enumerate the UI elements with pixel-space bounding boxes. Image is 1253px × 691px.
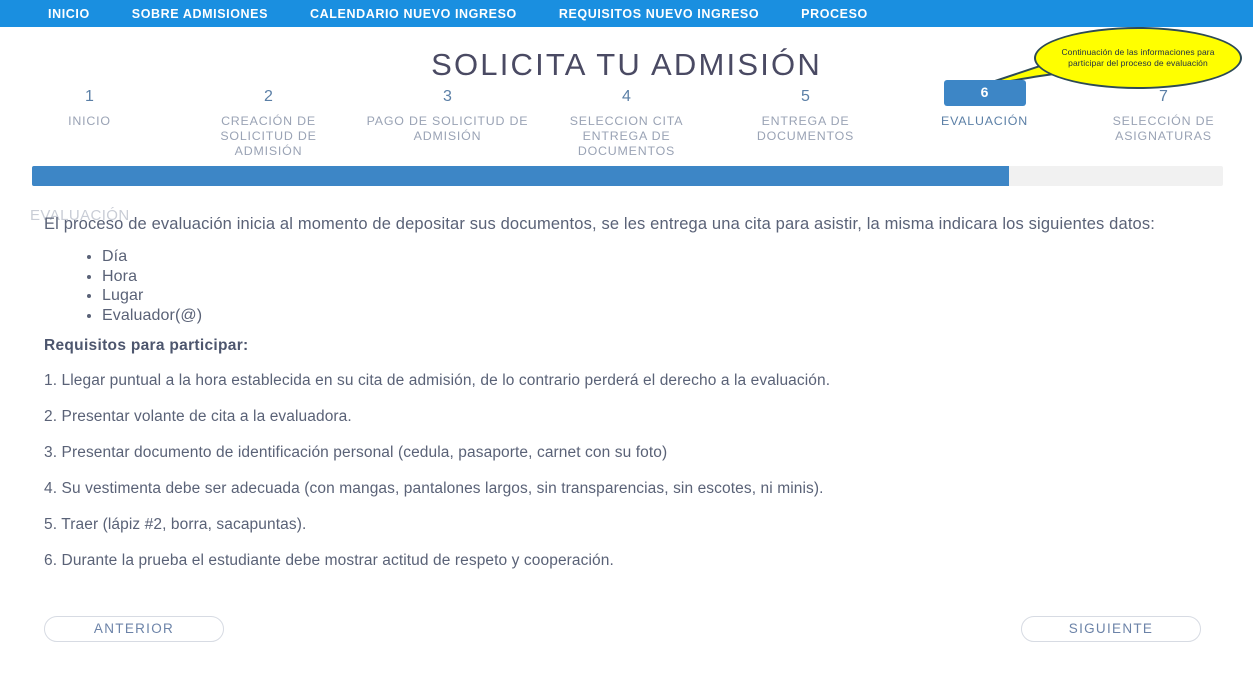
admission-stepper: 1 INICIO 2 CREACIÓN DE SOLICITUD DE ADMI… xyxy=(0,80,1253,159)
list-item: Lugar xyxy=(102,286,1194,306)
step-1[interactable]: 1 INICIO xyxy=(0,86,179,159)
step-3-number: 3 xyxy=(443,88,452,105)
callout-text: Continuación de las informaciones para p… xyxy=(1061,46,1215,69)
requisitos-title: Requisitos para participar: xyxy=(44,337,249,354)
list-item: Evaluador(@) xyxy=(102,306,1194,326)
requisito-6: 6. Durante la prueba el estudiante debe … xyxy=(44,552,614,569)
nav-item-calendario-nuevo-ingreso[interactable]: CALENDARIO NUEVO INGRESO xyxy=(310,7,517,21)
requisito-2: 2. Presentar volante de cita a la evalua… xyxy=(44,408,352,425)
progress-bar-fill xyxy=(32,166,1009,186)
top-navigation-bar: INICIO SOBRE ADMISIONES CALENDARIO NUEVO… xyxy=(0,0,1253,27)
step-5-label: ENTREGA DE DOCUMENTOS xyxy=(756,114,855,143)
callout-annotation: Continuación de las informaciones para p… xyxy=(976,27,1242,93)
step-6-active[interactable]: 6 EVALUACIÓN xyxy=(895,80,1074,159)
requisito-5: 5. Traer (lápiz #2, borra, sacapuntas). xyxy=(44,516,307,533)
intro-paragraph: El proceso de evaluación inicia al momen… xyxy=(44,215,1156,233)
requisito-3: 3. Presentar documento de identificación… xyxy=(44,444,668,461)
step-5[interactable]: 5 ENTREGA DE DOCUMENTOS xyxy=(716,86,895,159)
step-1-number: 1 xyxy=(85,88,94,105)
step-3[interactable]: 3 PAGO DE SOLICITUD DE ADMISIÓN xyxy=(358,86,537,159)
nav-item-proceso[interactable]: PROCESO xyxy=(801,7,868,21)
step-1-label: INICIO xyxy=(68,114,111,128)
progress-bar-track xyxy=(32,166,1223,186)
list-item: Día xyxy=(102,247,1194,267)
step-6-label: EVALUACIÓN xyxy=(941,114,1028,128)
step-7-label: SELECCIÓN DE ASIGNATURAS xyxy=(1112,114,1215,143)
main-content: El proceso de evaluación inicia al momen… xyxy=(44,214,1194,571)
nav-item-inicio[interactable]: INICIO xyxy=(48,7,90,21)
previous-button[interactable]: ANTERIOR xyxy=(44,616,224,642)
step-4-number: 4 xyxy=(622,88,631,105)
callout-bubble: Continuación de las informaciones para p… xyxy=(1034,27,1242,89)
step-2-label: CREACIÓN DE SOLICITUD DE ADMISIÓN xyxy=(220,114,317,158)
step-3-label: PAGO DE SOLICITUD DE ADMISIÓN xyxy=(366,114,529,143)
next-button[interactable]: SIGUIENTE xyxy=(1021,616,1201,642)
step-2[interactable]: 2 CREACIÓN DE SOLICITUD DE ADMISIÓN xyxy=(179,86,358,159)
evaluation-data-list: Día Hora Lugar Evaluador(@) xyxy=(44,247,1194,325)
step-7-number: 7 xyxy=(1159,88,1168,105)
nav-item-requisitos-nuevo-ingreso[interactable]: REQUISITOS NUEVO INGRESO xyxy=(559,7,759,21)
step-4[interactable]: 4 SELECCION CITA ENTREGA DE DOCUMENTOS xyxy=(537,86,716,159)
step-7[interactable]: 7 SELECCIÓN DE ASIGNATURAS xyxy=(1074,86,1253,159)
step-2-number: 2 xyxy=(264,88,273,105)
nav-item-sobre-admisiones[interactable]: SOBRE ADMISIONES xyxy=(132,7,268,21)
requisito-4: 4. Su vestimenta debe ser adecuada (con … xyxy=(44,480,824,497)
requisito-1: 1. Llegar puntual a la hora establecida … xyxy=(44,372,831,389)
list-item: Hora xyxy=(102,267,1194,287)
step-4-label: SELECCION CITA ENTREGA DE DOCUMENTOS xyxy=(569,114,684,158)
step-5-number: 5 xyxy=(801,88,810,105)
step-6-number-badge: 6 xyxy=(943,80,1026,106)
